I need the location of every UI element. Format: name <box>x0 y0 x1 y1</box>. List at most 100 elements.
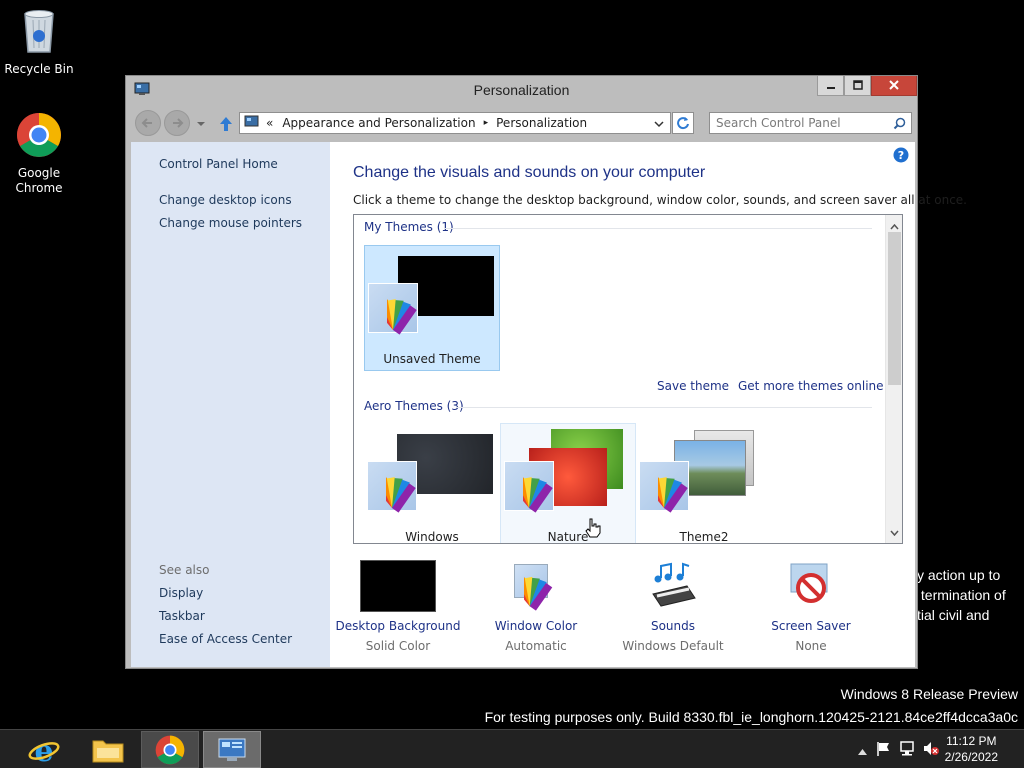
screen-saver-icon <box>785 560 837 612</box>
svg-text:e: e <box>34 734 53 766</box>
background-text: y action up to termination of tial civil… <box>917 567 1006 623</box>
mouse-cursor-hand-icon <box>585 518 601 541</box>
refresh-icon <box>677 117 689 130</box>
chevron-down-icon <box>654 121 664 128</box>
help-icon[interactable]: ? <box>893 147 909 166</box>
setting-screen-saver[interactable]: Screen Saver None <box>741 560 881 654</box>
back-arrow-icon <box>141 118 152 128</box>
notification-area: 11:12 PM 2/26/2022 <box>834 730 1024 768</box>
color-fan-icon <box>372 474 426 517</box>
chevron-up-icon <box>858 749 867 755</box>
get-more-themes-link[interactable]: Get more themes online <box>738 379 884 393</box>
taskbar-file-explorer[interactable] <box>79 731 137 768</box>
network-icon[interactable] <box>900 741 916 759</box>
watermark-line2: For testing purposes only. Build 8330.fb… <box>484 709 1018 725</box>
title-bar[interactable]: Personalization <box>126 76 917 103</box>
save-theme-link[interactable]: Save theme <box>657 379 729 393</box>
desktop-icon-label: Recycle Bin <box>4 62 74 76</box>
taskbar: e 11:12 PM 2/26/2022 <box>0 729 1024 768</box>
action-center-flag-icon[interactable] <box>876 741 890 759</box>
theme-name: Unsaved Theme <box>383 352 481 366</box>
sounds-value: Windows Default <box>622 639 724 653</box>
page-heading: Change the visuals and sounds on your co… <box>353 164 706 181</box>
screen-saver-link[interactable]: Screen Saver <box>741 618 881 634</box>
theme-tile-theme2[interactable]: Theme2 <box>636 424 772 544</box>
taskbar-google-chrome[interactable] <box>141 731 199 768</box>
desktop-background-link[interactable]: Desktop Background <box>328 618 468 634</box>
group-divider <box>444 228 872 229</box>
desktop-icon-recycle-bin[interactable]: Recycle Bin <box>1 6 77 77</box>
volume-muted-icon[interactable] <box>923 741 939 759</box>
setting-window-color[interactable]: Window Color Automatic <box>466 560 606 654</box>
chrome-icon <box>155 735 185 764</box>
group-divider <box>456 407 872 408</box>
clock[interactable]: 11:12 PM 2/26/2022 <box>945 733 998 765</box>
breadcrumb-item-personalization[interactable]: Personalization <box>496 116 587 130</box>
scroll-up-icon[interactable] <box>890 219 899 233</box>
refresh-button[interactable] <box>672 112 694 134</box>
clock-date: 2/26/2022 <box>944 750 998 764</box>
window-color-value: Automatic <box>505 639 567 653</box>
recent-locations-button[interactable] <box>196 117 206 131</box>
folder-icon <box>92 740 124 762</box>
watermark-line1: Windows 8 Release Preview <box>840 686 1018 702</box>
see-also-link-display[interactable]: Display <box>159 586 203 600</box>
theme-tile-windows[interactable]: Windows <box>364 424 500 544</box>
search-icon[interactable] <box>893 117 906 133</box>
theme-tile-nature[interactable]: Nature <box>500 423 636 544</box>
back-button[interactable] <box>135 110 161 136</box>
sidebar-link-change-desktop-icons[interactable]: Change desktop icons <box>159 193 292 207</box>
address-dropdown-button[interactable] <box>654 118 664 132</box>
theme-tile-unsaved[interactable]: Unsaved Theme <box>364 245 500 371</box>
address-bar[interactable]: « Appearance and Personalization ▸ Perso… <box>239 112 671 134</box>
aero-themes-header[interactable]: Aero Themes (3) <box>364 399 464 413</box>
see-also-heading: See also <box>159 563 210 577</box>
desktop-icon-label: Google Chrome <box>15 166 63 195</box>
see-also-link-taskbar[interactable]: Taskbar <box>159 609 205 623</box>
svg-text:?: ? <box>898 149 904 162</box>
see-also-link-ease-of-access[interactable]: Ease of Access Center <box>159 632 292 646</box>
taskbar-internet-explorer[interactable]: e <box>15 731 73 768</box>
scrollbar-thumb[interactable] <box>888 232 901 385</box>
up-button[interactable] <box>218 115 234 136</box>
maximize-button[interactable] <box>844 76 871 96</box>
forward-button[interactable] <box>164 110 190 136</box>
sidebar-link-change-mouse-pointers[interactable]: Change mouse pointers <box>159 216 302 230</box>
control-panel-icon <box>218 738 246 761</box>
theme-name: Windows <box>405 530 459 544</box>
theme-name: Nature <box>547 530 589 544</box>
themes-list[interactable]: My Themes (1) Unsaved Theme Save theme G… <box>353 214 903 544</box>
desktop-background-preview <box>360 560 436 612</box>
main-panel: ? Change the visuals and sounds on your … <box>328 142 967 667</box>
minimize-icon <box>826 79 836 93</box>
clock-time: 11:12 PM <box>946 734 997 748</box>
breadcrumb-overflow[interactable]: « <box>266 116 273 130</box>
desktop-icon-google-chrome[interactable]: Google Chrome <box>1 112 77 196</box>
minimize-button[interactable] <box>817 76 844 96</box>
search-input[interactable]: Search Control Panel <box>709 112 912 134</box>
sounds-link[interactable]: Sounds <box>603 618 743 634</box>
content-area: Control Panel Home Change desktop icons … <box>131 142 967 667</box>
show-hidden-icons-button[interactable] <box>858 744 867 758</box>
close-button[interactable] <box>871 76 917 96</box>
theme-name: Theme2 <box>679 530 729 544</box>
themes-scrollbar[interactable] <box>885 215 902 543</box>
window-color-link[interactable]: Window Color <box>466 618 606 634</box>
scroll-down-icon[interactable] <box>890 525 899 539</box>
personalization-window: Personalization « Appearance and Persona… <box>125 75 967 669</box>
color-fan-icon <box>509 474 563 517</box>
breadcrumb-separator[interactable]: ▸ <box>484 118 489 128</box>
sidebar-link-control-panel-home[interactable]: Control Panel Home <box>159 157 278 171</box>
navigation-toolbar: « Appearance and Personalization ▸ Perso… <box>126 107 917 141</box>
setting-sounds[interactable]: Sounds Windows Default <box>603 560 743 654</box>
screen-saver-value: None <box>795 639 827 653</box>
recycle-bin-icon <box>1 6 77 58</box>
up-arrow-icon <box>220 117 232 131</box>
taskbar-control-panel[interactable] <box>203 731 261 768</box>
control-panel-small-icon <box>244 115 260 132</box>
breadcrumb-item-appearance[interactable]: Appearance and Personalization <box>282 116 475 130</box>
setting-desktop-background[interactable]: Desktop Background Solid Color <box>328 560 468 654</box>
my-themes-header[interactable]: My Themes (1) <box>364 220 454 234</box>
search-placeholder: Search Control Panel <box>716 116 841 130</box>
forward-arrow-icon <box>173 118 184 128</box>
